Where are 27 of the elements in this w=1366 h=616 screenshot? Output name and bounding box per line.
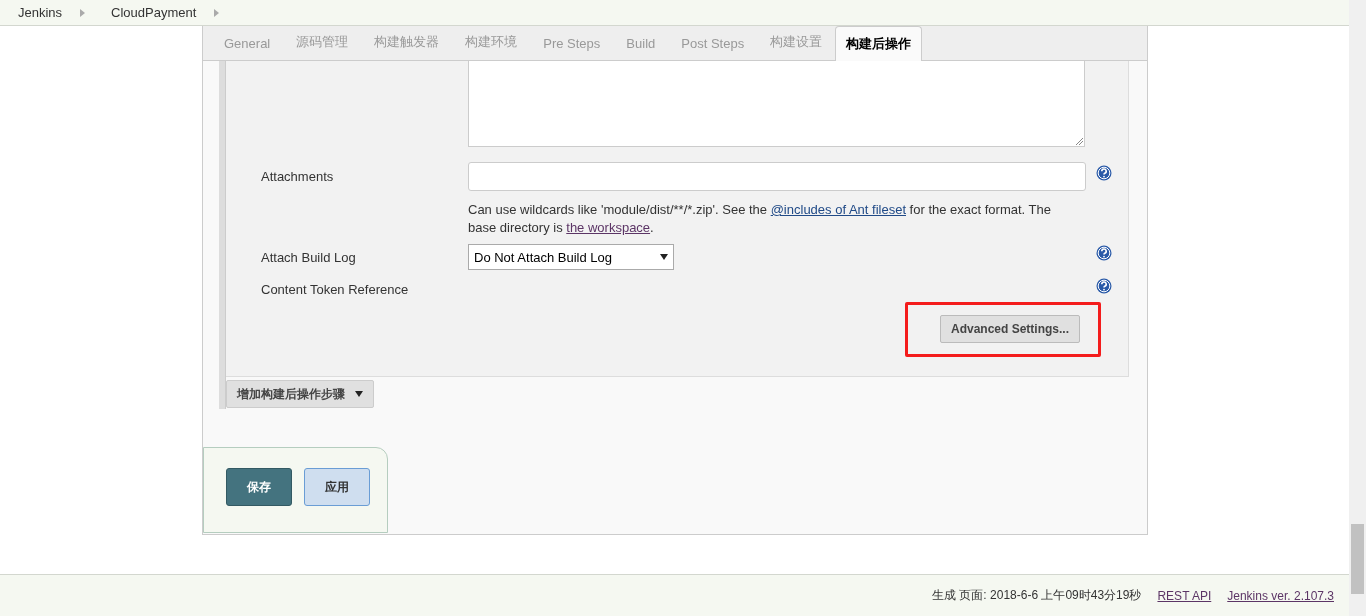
workspace-link[interactable]: the workspace: [566, 220, 651, 235]
help-icon[interactable]: [1096, 164, 1112, 181]
field-label: Content Token Reference: [261, 282, 410, 297]
field-label: Attach Build Log: [261, 249, 357, 265]
chevron-icon: [80, 8, 86, 17]
caret-icon: [660, 254, 668, 260]
save-button[interactable]: 保存: [226, 468, 292, 506]
input-field[interactable]: [468, 162, 1086, 191]
resize-grip-icon: [1075, 137, 1083, 145]
caret-icon: [355, 391, 363, 398]
rest-api-link[interactable]: REST API: [1157, 588, 1212, 603]
breadcrumb-link[interactable]: Jenkins: [18, 5, 63, 20]
add-post-build-step-button[interactable]: 增加构建后操作步骤: [226, 380, 374, 408]
page-generated-text: 生成 页面: 2018-6-6 上午09时43分19秒: [932, 587, 1142, 604]
ant-fileset-link[interactable]: @includes of Ant fileset: [770, 202, 906, 217]
breadcrumb-link[interactable]: CloudPayment: [111, 5, 197, 20]
field-label: Attachments: [261, 169, 335, 184]
scrollbar[interactable]: [1349, 0, 1366, 616]
apply-button[interactable]: 应用: [304, 468, 370, 506]
advanced-settings-button[interactable]: Advanced Settings...: [939, 315, 1080, 343]
version-link[interactable]: Jenkins ver. 2.107.3: [1227, 588, 1334, 603]
help-text: Can use wildcards like 'module/dist/**/*.zip'. See the @includes of Ant fileset for the exact format. The base directory is the workspace.: [468, 201, 1052, 237]
tab[interactable]: 构建后操作: [835, 26, 923, 61]
build-log-dropdown[interactable]: Do Not Attach Build Log: [468, 244, 674, 270]
help-icon[interactable]: [1096, 245, 1112, 261]
help-icon[interactable]: [1096, 277, 1112, 294]
chevron-icon: [214, 8, 220, 17]
